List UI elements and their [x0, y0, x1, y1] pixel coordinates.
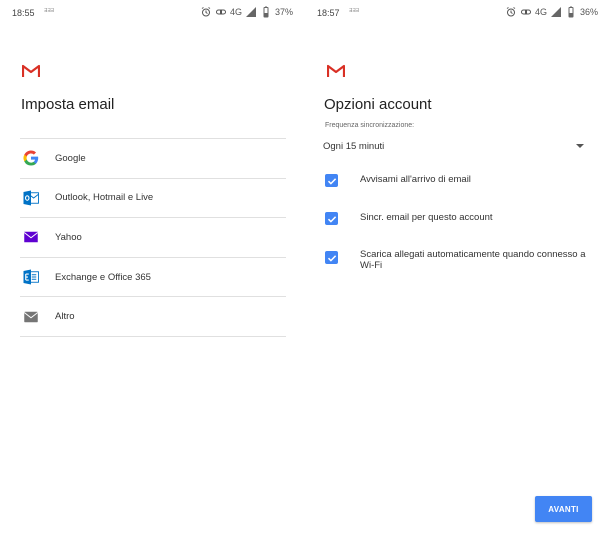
- battery-level: 36%: [579, 7, 598, 17]
- exchange-icon: [22, 268, 40, 286]
- notification-icon: ƎƎƎ: [349, 8, 360, 14]
- option-sync-email[interactable]: Sincr. email per questo account: [325, 212, 595, 225]
- option-download-attachments[interactable]: Scarica allegati automaticamente quando …: [325, 249, 595, 271]
- gmail-logo-icon: [326, 64, 346, 78]
- alarm-icon: [505, 6, 517, 18]
- yahoo-mail-icon: [22, 228, 40, 246]
- sync-frequency-label: Frequenza sincronizzazione:: [325, 122, 415, 129]
- page-title: Opzioni account: [324, 96, 432, 113]
- battery-icon: [565, 6, 577, 18]
- volte-icon: [520, 6, 532, 18]
- page-title: Imposta email: [21, 96, 115, 113]
- network-type: 4G: [534, 7, 547, 17]
- account-options-screen: 18:57 ƎƎƎ 4G 36% Opzioni account Frequen…: [305, 0, 610, 539]
- provider-list: Google Outlook, Hotmail e Live Yahoo Exc…: [20, 138, 286, 337]
- option-notify-email[interactable]: Avvisami all'arrivo di email: [325, 174, 595, 187]
- provider-label: Yahoo: [55, 231, 82, 243]
- signal-icon: [245, 6, 257, 18]
- provider-google[interactable]: Google: [20, 139, 286, 179]
- sync-frequency-select[interactable]: Ogni 15 minuti: [323, 136, 585, 156]
- volte-icon: [215, 6, 227, 18]
- battery-icon: [260, 6, 272, 18]
- status-time: 18:55: [12, 8, 35, 18]
- battery-level: 37%: [274, 7, 293, 17]
- option-label: Avvisami all'arrivo di email: [360, 174, 471, 185]
- provider-label: Exchange e Office 365: [55, 271, 151, 283]
- gmail-logo-icon: [21, 64, 41, 78]
- provider-label: Google: [55, 152, 86, 164]
- provider-other[interactable]: Altro: [20, 297, 286, 337]
- sync-frequency-value: Ogni 15 minuti: [323, 140, 385, 152]
- notification-icon: ƎƎƎ: [44, 8, 55, 14]
- provider-exchange[interactable]: Exchange e Office 365: [20, 258, 286, 298]
- status-time: 18:57: [317, 8, 340, 18]
- sync-email-checkbox[interactable]: [325, 212, 338, 225]
- alarm-icon: [200, 6, 212, 18]
- option-label: Sincr. email per questo account: [360, 212, 493, 223]
- status-bar: 18:55 ƎƎƎ 4G 37%: [0, 0, 305, 22]
- download-attachments-checkbox[interactable]: [325, 251, 338, 264]
- network-type: 4G: [229, 7, 242, 17]
- status-bar: 18:57 ƎƎƎ 4G 36%: [305, 0, 610, 22]
- option-label: Scarica allegati automaticamente quando …: [360, 249, 586, 271]
- provider-outlook[interactable]: Outlook, Hotmail e Live: [20, 179, 286, 219]
- check-icon: [327, 254, 336, 262]
- provider-yahoo[interactable]: Yahoo: [20, 218, 286, 258]
- google-icon: [22, 149, 40, 167]
- dropdown-arrow-icon: [575, 141, 585, 151]
- next-button[interactable]: AVANTI: [535, 496, 592, 522]
- outlook-icon: [22, 189, 40, 207]
- provider-label: Outlook, Hotmail e Live: [55, 192, 154, 204]
- check-icon: [327, 177, 336, 185]
- mail-icon: [22, 308, 40, 326]
- notify-email-checkbox[interactable]: [325, 174, 338, 187]
- setup-email-screen: 18:55 ƎƎƎ 4G 37% Imposta email Google Ou…: [0, 0, 305, 539]
- provider-label: Altro: [55, 311, 75, 323]
- check-icon: [327, 215, 336, 223]
- signal-icon: [550, 6, 562, 18]
